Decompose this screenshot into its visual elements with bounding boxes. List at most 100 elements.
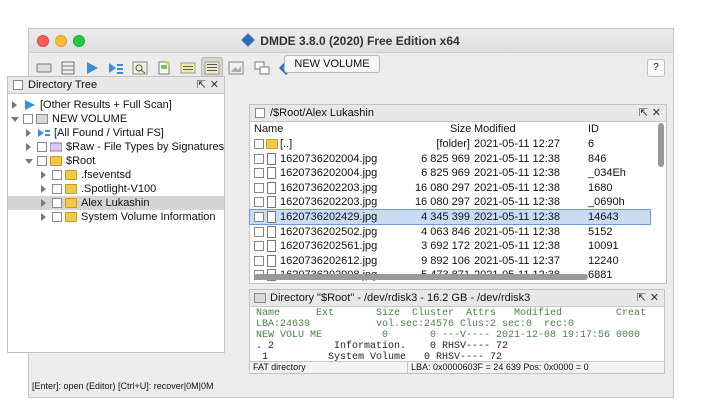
checkbox[interactable] — [254, 255, 264, 266]
help-button[interactable]: ? — [647, 59, 665, 77]
folder-icon — [65, 170, 77, 180]
directory-tree-title: Directory Tree — [28, 79, 98, 91]
cell-id: 12240 — [588, 254, 619, 267]
tree-item-label: [Other Results + Full Scan] — [40, 99, 172, 111]
table-row[interactable]: 1620736202004.jpg 6 825 969 2021-05-11 12:… — [250, 152, 650, 166]
vertical-scrollbar[interactable] — [658, 123, 664, 167]
folder-icon — [50, 156, 62, 166]
checkbox[interactable] — [254, 212, 264, 222]
tree-item-spotlight[interactable]: .Spotlight-V100 — [8, 182, 224, 196]
checkbox[interactable] — [52, 170, 62, 180]
checkbox[interactable] — [52, 184, 62, 194]
folder-icon — [65, 184, 77, 194]
checkbox[interactable] — [52, 198, 62, 208]
chevron-down-icon[interactable] — [11, 117, 19, 122]
cell-name: 1620736202429.jpg — [280, 211, 378, 223]
file-icon — [267, 211, 276, 223]
file-icon — [267, 152, 276, 165]
tab-new-volume[interactable]: NEW VOLUME — [284, 55, 380, 73]
cell-size: 6 825 969 — [421, 152, 470, 165]
column-header-id[interactable]: ID — [588, 123, 599, 135]
status-bar: [Enter]: open (Editor) [Ctrl+U]: recover… — [32, 381, 214, 391]
tree-item-alex-lukashin[interactable]: Alex Lukashin — [8, 196, 224, 210]
chevron-right-icon[interactable] — [41, 171, 46, 179]
pin-icon[interactable]: ⇱ — [639, 105, 648, 121]
checkbox[interactable] — [37, 142, 47, 152]
dir-lba-line: LBA:24639 vol.sec:24576 Clus:2 sec:0 rec… — [256, 319, 575, 330]
table-row[interactable]: 1620736202004.jpg 6 825 969 2021-05-11 12:… — [250, 166, 650, 180]
directory-tree-header: Directory Tree ⇱ ✕ — [8, 77, 224, 94]
checkbox[interactable] — [52, 212, 62, 222]
pin-icon[interactable]: ⇱ — [637, 290, 646, 306]
copy-sectors-icon[interactable] — [251, 57, 273, 79]
chevron-right-icon[interactable] — [12, 101, 17, 109]
chevron-right-icon[interactable] — [41, 199, 46, 207]
tree-item-root[interactable]: $Root — [8, 154, 224, 168]
tree-item-label: $Root — [66, 155, 96, 167]
checkbox[interactable] — [254, 182, 264, 193]
checkbox[interactable] — [254, 226, 264, 237]
cell-id: 5152 — [588, 225, 613, 238]
checkbox[interactable] — [254, 153, 264, 164]
table-row[interactable]: 1620736202203.jpg 16 080 297 2021-05-11 12… — [250, 181, 650, 195]
close-icon[interactable]: ✕ — [650, 290, 659, 306]
close-icon[interactable]: ✕ — [210, 77, 219, 93]
tree-item-label: System Volume Information — [81, 211, 216, 223]
tree-item-system-volume[interactable]: System Volume Information — [8, 210, 224, 224]
cell-id: 14643 — [588, 211, 619, 223]
column-header-name[interactable]: Name — [254, 123, 283, 135]
checkbox[interactable] — [254, 168, 264, 179]
cell-modified: 2021-05-11 12:37 — [474, 254, 561, 267]
tree-item-fseventsd[interactable]: .fseventsd — [8, 168, 224, 182]
dir-entry-line[interactable]: . 2 Information. 0 RHSV---- 72 — [256, 341, 508, 352]
tree-item-all-found[interactable]: [All Found / Virtual FS] — [8, 126, 224, 140]
checkbox[interactable] — [23, 114, 33, 124]
chevron-right-icon[interactable] — [26, 129, 31, 137]
cell-id: 10091 — [588, 240, 619, 253]
dir-entry-line[interactable]: NEW VOLU ME 0 0 ---V---- 2021-12-08 19:1… — [256, 330, 640, 341]
folder-icon — [65, 212, 77, 222]
close-icon[interactable]: ✕ — [652, 105, 661, 121]
checkbox[interactable] — [254, 197, 264, 208]
cell-name: 1620736202502.jpg — [280, 225, 378, 238]
chevron-right-icon[interactable] — [26, 143, 31, 151]
dir-column-headers: Name Ext Size Cluster Attrs Modified Cre… — [256, 308, 647, 319]
tree-item-raw[interactable]: $Raw - File Types by Signatures — [8, 140, 224, 154]
folder-icon — [266, 139, 278, 149]
pin-icon[interactable]: ⇱ — [197, 77, 206, 93]
table-row[interactable]: [..] [folder] 2021-05-11 12:27 6 — [250, 137, 650, 151]
pane-checkbox[interactable] — [13, 80, 23, 90]
chevron-right-icon[interactable] — [41, 213, 46, 221]
chevron-right-icon[interactable] — [41, 185, 46, 193]
checkbox[interactable] — [254, 241, 264, 252]
table-row[interactable]: 1620736202612.jpg 9 892 106 2021-05-11 12:… — [250, 254, 650, 268]
cell-name: 1620736202004.jpg — [280, 167, 378, 180]
cell-size: 4 345 399 — [421, 211, 470, 223]
dir-status-lba: LBA: 0x0000603F = 24 639 Pos: 0x0000 = 0 — [408, 361, 664, 373]
tree-item-label: [All Found / Virtual FS] — [54, 127, 164, 139]
table-row[interactable]: 1620736202203.jpg 16 080 297 2021-05-11 12… — [250, 195, 650, 209]
cell-name: 1620736202203.jpg — [280, 196, 378, 209]
table-row[interactable]: 1620736202561.jpg 3 692 172 2021-05-11 12:… — [250, 239, 650, 253]
cell-id: _0690h — [588, 196, 625, 209]
cell-name: 1620736202612.jpg — [280, 254, 378, 267]
tree-item-label: $Raw - File Types by Signatures — [66, 141, 225, 153]
table-row[interactable]: 1620736202502.jpg 4 063 846 2021-05-11 12:… — [250, 225, 650, 239]
column-header-size[interactable]: Size — [450, 123, 471, 135]
cell-name: 1620736202561.jpg — [280, 240, 378, 253]
column-header-modified[interactable]: Modified — [474, 123, 516, 135]
tree-item-new-volume[interactable]: NEW VOLUME — [8, 112, 224, 126]
checkbox[interactable] — [254, 139, 264, 149]
table-row[interactable]: 1620736202429.jpg 4 345 399 2021-05-11 12:… — [249, 209, 651, 225]
cell-modified: 2021-05-11 12:38 — [474, 240, 561, 253]
checkbox[interactable] — [37, 156, 47, 166]
file-icon — [267, 254, 276, 267]
pane-checkbox[interactable] — [255, 108, 265, 118]
horizontal-scrollbar[interactable] — [254, 274, 588, 280]
image-view-icon[interactable] — [225, 57, 247, 79]
cell-modified: 2021-05-11 12:38 — [474, 196, 561, 209]
tree-item-other-results[interactable]: [Other Results + Full Scan] — [8, 98, 224, 112]
window-title-text: DMDE 3.8.0 (2020) Free Edition x64 — [260, 34, 460, 48]
file-icon — [267, 196, 276, 209]
chevron-down-icon[interactable] — [25, 159, 33, 164]
